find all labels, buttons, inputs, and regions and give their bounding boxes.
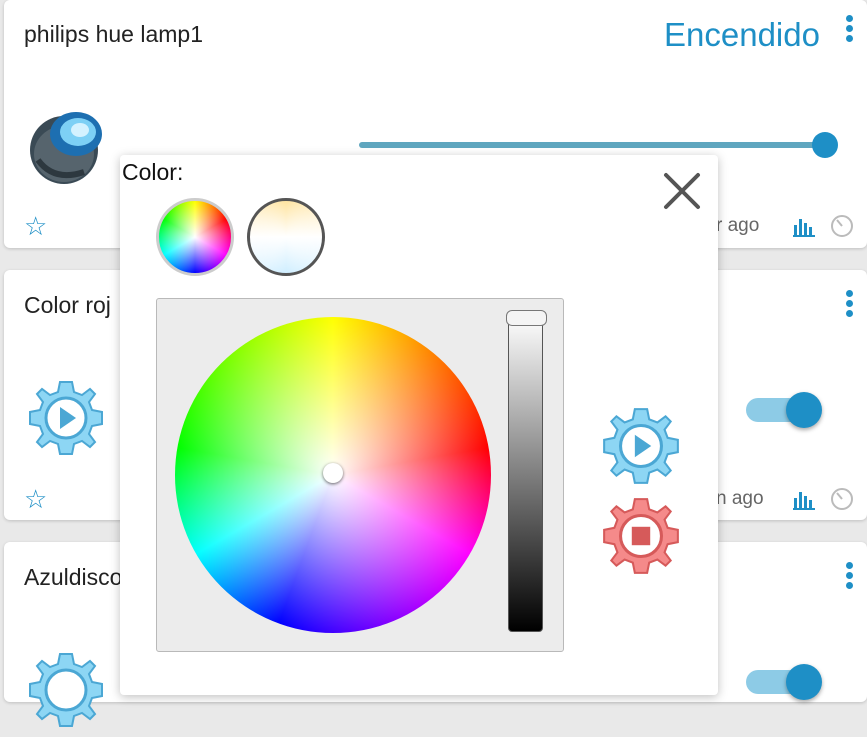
brightness-slider-thumb[interactable] xyxy=(812,132,838,158)
brightness-slider[interactable] xyxy=(359,142,829,148)
last-updated-text: r ago xyxy=(716,215,760,236)
scene-toggle-knob[interactable] xyxy=(786,664,822,700)
chart-icon[interactable] xyxy=(793,217,815,242)
favorite-star-icon[interactable]: ☆ xyxy=(24,484,47,515)
color-label: Color: xyxy=(122,159,184,185)
device-status[interactable]: Encendido xyxy=(664,16,820,54)
close-icon[interactable] xyxy=(662,171,702,211)
color-wheel-panel xyxy=(156,298,564,652)
color-mode-button[interactable] xyxy=(156,198,234,276)
scene-title: Azuldisco xyxy=(24,564,123,590)
white-temperature-mode-button[interactable] xyxy=(247,198,325,276)
more-icon[interactable] xyxy=(846,15,854,45)
timer-icon[interactable] xyxy=(830,214,854,243)
more-icon[interactable] xyxy=(846,562,854,592)
stop-scene-icon[interactable] xyxy=(598,493,684,584)
play-gear-icon[interactable] xyxy=(24,376,108,465)
timer-icon[interactable] xyxy=(830,487,854,516)
play-scene-icon[interactable] xyxy=(598,403,684,494)
lamp-icon xyxy=(24,102,108,186)
brightness-handle[interactable] xyxy=(506,310,547,326)
favorite-star-icon[interactable]: ☆ xyxy=(24,211,47,242)
color-wheel-cursor[interactable] xyxy=(323,463,343,483)
device-title: philips hue lamp1 xyxy=(24,21,204,47)
chart-icon[interactable] xyxy=(793,490,815,515)
more-icon[interactable] xyxy=(846,290,854,320)
scene-toggle-knob[interactable] xyxy=(786,392,822,428)
color-picker-dialog: Color: xyxy=(120,155,718,695)
color-wheel[interactable] xyxy=(175,317,491,633)
brightness-bar[interactable] xyxy=(506,310,547,632)
scene-title: Color roj xyxy=(24,292,111,318)
last-updated-text: n ago xyxy=(716,488,764,509)
play-gear-icon[interactable] xyxy=(24,648,108,737)
